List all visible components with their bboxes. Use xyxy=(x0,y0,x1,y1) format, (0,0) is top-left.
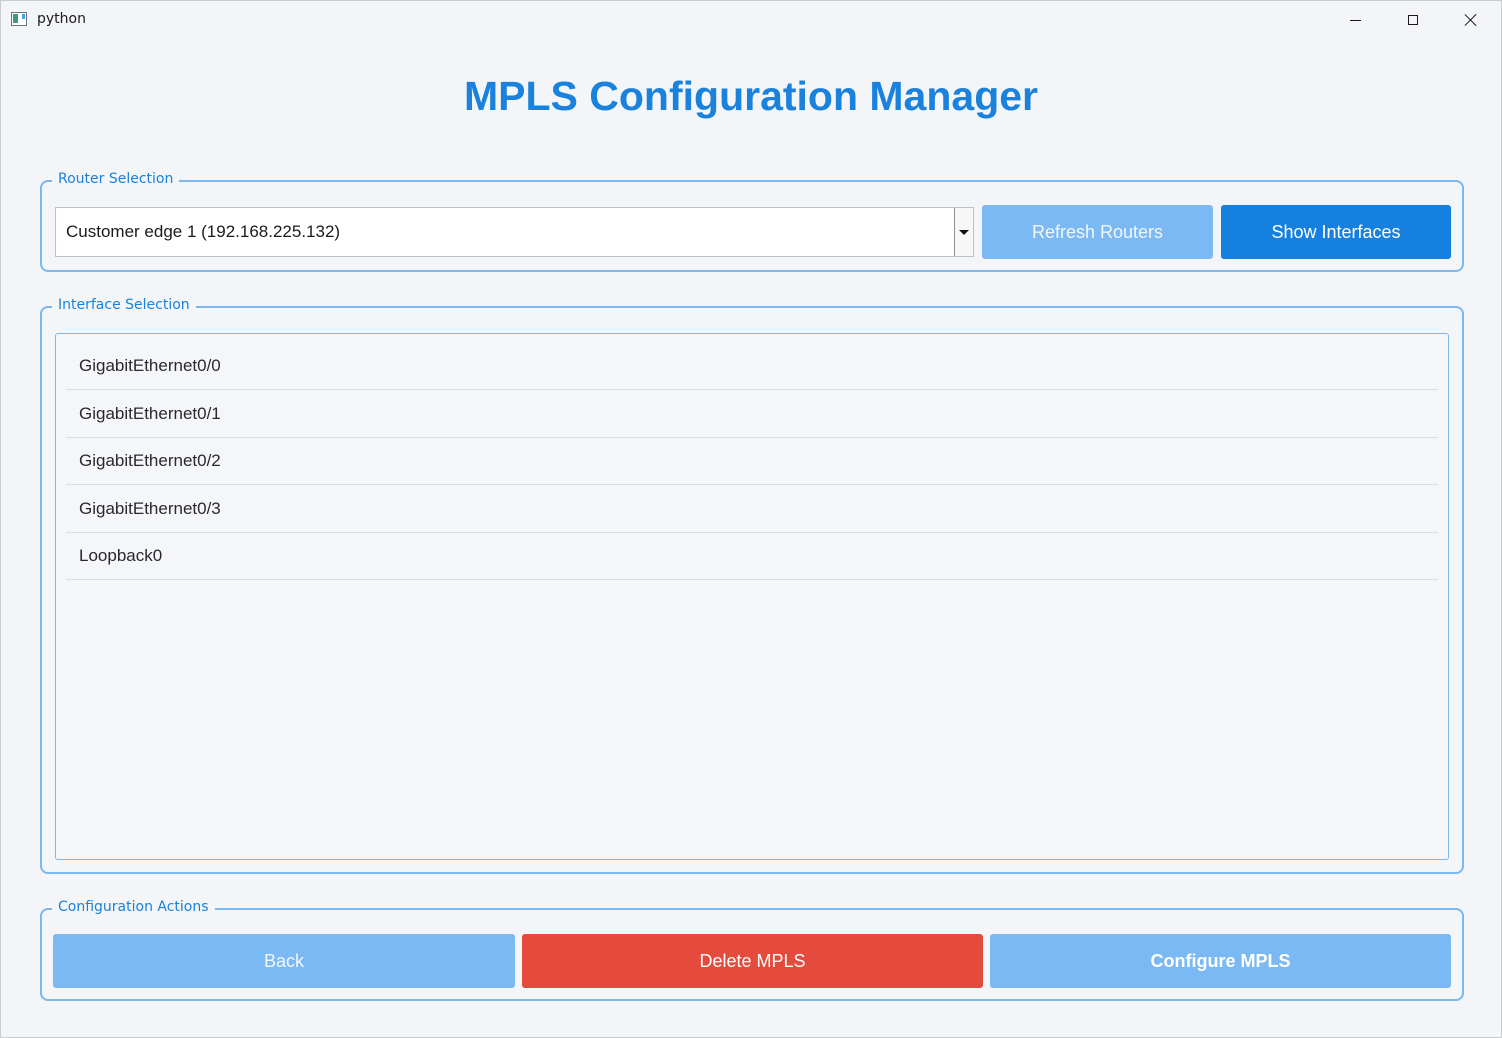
minimize-icon xyxy=(1349,19,1361,21)
delete-mpls-button[interactable]: Delete MPLS xyxy=(522,934,983,988)
show-interfaces-button[interactable]: Show Interfaces xyxy=(1221,205,1451,259)
title-bar[interactable]: python xyxy=(1,1,1501,39)
window-title: python xyxy=(37,11,86,27)
router-selection-group: Router Selection Customer edge 1 (192.16… xyxy=(40,171,1464,272)
close-button[interactable] xyxy=(1442,1,1500,39)
maximize-button[interactable] xyxy=(1384,1,1442,39)
configure-mpls-button[interactable]: Configure MPLS xyxy=(990,934,1451,988)
interface-selection-group: Interface Selection GigabitEthernet0/0 G… xyxy=(40,297,1464,874)
minimize-button[interactable] xyxy=(1326,1,1384,39)
close-icon xyxy=(1464,13,1478,27)
list-item[interactable]: GigabitEthernet0/1 xyxy=(66,391,1438,438)
configuration-actions-label: Configuration Actions xyxy=(52,899,215,915)
list-item[interactable]: GigabitEthernet0/2 xyxy=(66,438,1438,485)
router-select[interactable]: Customer edge 1 (192.168.225.132) xyxy=(55,207,974,257)
back-button[interactable]: Back xyxy=(53,934,515,988)
list-item[interactable]: Loopback0 xyxy=(66,533,1438,580)
maximize-icon xyxy=(1408,15,1418,25)
app-window: python MPLS Configuration Manager Router… xyxy=(0,0,1502,1038)
configuration-actions-group: Configuration Actions Back Delete MPLS C… xyxy=(40,899,1464,1001)
router-select-value: Customer edge 1 (192.168.225.132) xyxy=(66,222,341,241)
interface-list[interactable]: GigabitEthernet0/0 GigabitEthernet0/1 Gi… xyxy=(55,333,1449,860)
list-item[interactable]: GigabitEthernet0/0 xyxy=(66,343,1438,390)
python-app-icon xyxy=(11,12,27,26)
page-title: MPLS Configuration Manager xyxy=(464,73,1038,119)
refresh-routers-button[interactable]: Refresh Routers xyxy=(982,205,1213,259)
chevron-down-icon xyxy=(959,229,969,235)
list-item[interactable]: GigabitEthernet0/3 xyxy=(66,486,1438,533)
dropdown-arrow-button[interactable] xyxy=(954,208,973,256)
router-selection-label: Router Selection xyxy=(52,171,180,187)
interface-selection-label: Interface Selection xyxy=(52,297,196,313)
